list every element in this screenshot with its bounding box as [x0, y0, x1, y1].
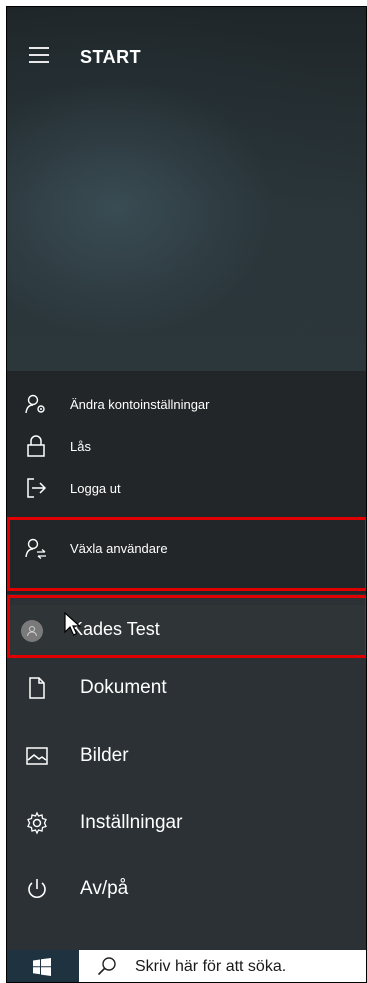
lock-icon [27, 435, 45, 457]
power-icon [28, 879, 46, 898]
account-menu: Ändra kontoinställningar Lås Logga ut Vä… [7, 371, 366, 594]
hamburger-menu-icon[interactable] [29, 47, 49, 63]
menu-item-label: Ändra kontoinställningar [70, 396, 210, 412]
start-menu: START Ändra kontoinställningar Lås Logga… [6, 6, 367, 983]
menu-item-sign-out[interactable]: Logga ut [7, 467, 366, 509]
menu-item-switch-user[interactable]: Växla användare [7, 527, 366, 569]
document-icon [29, 677, 45, 699]
search-input[interactable]: Skriv här för att söka. [79, 950, 366, 982]
menu-item-lock[interactable]: Lås [7, 425, 366, 467]
nav-item-label: Bilder [80, 745, 129, 766]
windows-logo-icon [33, 958, 51, 976]
nav-item-settings[interactable]: Inställningar [7, 792, 366, 854]
start-header: START [7, 7, 366, 371]
menu-item-label: Växla användare [70, 540, 168, 556]
start-button[interactable] [7, 950, 79, 982]
nav-item-label: Dokument [80, 677, 167, 698]
avatar [21, 620, 43, 642]
switch-user-icon [25, 538, 46, 559]
start-title: START [80, 47, 142, 67]
sign-out-icon [27, 478, 47, 498]
pictures-icon [26, 747, 48, 765]
gear-icon [27, 811, 47, 835]
nav-item-label: Inställningar [80, 812, 183, 833]
nav-item-pictures[interactable]: Bilder [7, 725, 366, 787]
user-name: Kades Test [71, 619, 160, 639]
user-icon [27, 626, 37, 637]
search-icon [97, 957, 116, 976]
menu-item-label: Lås [70, 438, 91, 454]
taskbar: Skriv här för att söka. [7, 950, 366, 982]
menu-item-label: Logga ut [70, 480, 121, 496]
search-placeholder: Skriv här för att söka. [135, 958, 287, 975]
nav-item-label: Av/på [80, 878, 129, 899]
menu-item-change-account-settings[interactable]: Ändra kontoinställningar [7, 383, 366, 425]
nav-item-documents[interactable]: Dokument [7, 657, 366, 719]
nav-item-power[interactable]: Av/på [7, 858, 366, 920]
user-settings-icon [25, 394, 45, 414]
user-account-button[interactable]: Kades Test [7, 605, 366, 657]
